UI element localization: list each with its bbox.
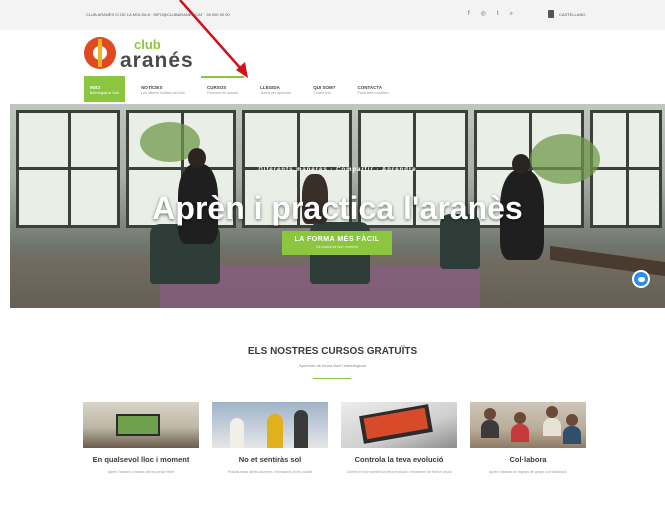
- messenger-chat-icon[interactable]: [632, 270, 650, 288]
- instagram-icon[interactable]: ◎: [481, 10, 486, 18]
- search-icon[interactable]: ⌕: [510, 10, 513, 18]
- language-switch[interactable]: CASTELLANO: [548, 10, 585, 18]
- course-title: En qualsevol lloc i moment: [92, 455, 190, 464]
- course-card[interactable]: Col·labora Aprèn l'aranès en equips de g…: [470, 402, 586, 475]
- nav-sublabel: Formació en aranès: [206, 91, 239, 95]
- section-divider: [313, 378, 351, 379]
- flag-icon: [548, 10, 554, 18]
- main-nav: INICI Benvinguts al Club NOTÍCIES Les úl…: [84, 76, 405, 102]
- course-description: Podràs estar altres alumnes i formadors …: [227, 470, 313, 474]
- nav-label: CONTACTA: [357, 85, 383, 90]
- hero-cta-button[interactable]: LA FORMA MÉS FÀCIL De qualsevol lloc i m…: [282, 231, 392, 255]
- nav-sublabel: Benvinguts al Club: [90, 91, 120, 95]
- courses-title: ELS NOSTRES CURSOS GRATUÏTS: [247, 346, 418, 357]
- logo-mark-icon: [84, 37, 116, 69]
- course-title: No et sentiràs sol: [238, 455, 302, 464]
- course-title: Controla la teva evolució: [354, 455, 444, 464]
- contact-info: CLUB ARANÈS C/ DE LA MOLSA 8 · INFO@CLUB…: [86, 12, 230, 17]
- course-card[interactable]: En qualsevol lloc i moment Aprèn l'aranè…: [83, 402, 199, 475]
- hero-subtitle: Diferents maneres · Compartir · Aprendre: [258, 167, 417, 173]
- course-image: [341, 402, 457, 448]
- course-description: Coneix en tot moment la teva evolució i …: [346, 470, 452, 474]
- course-image: [83, 402, 199, 448]
- course-image: [470, 402, 586, 448]
- nav-item-cursos[interactable]: CURSOS Formació en aranès: [200, 76, 245, 102]
- course-title: Col·labora: [509, 455, 547, 464]
- cta-sublabel: De qualsevol lloc i moment: [316, 245, 358, 249]
- plant-shape: [530, 134, 600, 184]
- nav-label: NOTÍCIES: [141, 85, 163, 90]
- site-logo[interactable]: club aranés: [84, 36, 204, 72]
- nav-label: LLEGIDA: [260, 85, 280, 90]
- nav-sublabel: Les últimes notícies del club: [141, 91, 185, 95]
- nav-item-noticies[interactable]: NOTÍCIES Les últimes notícies del club: [135, 76, 191, 102]
- nav-label: QUI SOM?: [313, 85, 336, 90]
- course-image: [212, 402, 328, 448]
- language-label: CASTELLANO: [559, 11, 586, 17]
- nav-label: CURSOS: [206, 85, 227, 90]
- nav-item-contacta[interactable]: CONTACTA Parla amb nosaltres: [352, 76, 395, 102]
- hero-title: Aprèn i practica l'aranès: [152, 190, 523, 226]
- nav-label: INICI: [90, 85, 101, 90]
- courses-subtitle: Aprenent de forma fàcil i entretinguda: [299, 363, 366, 368]
- course-card[interactable]: Controla la teva evolució Coneix en tot …: [341, 402, 457, 475]
- course-description: Aprèn l'aranès en equips de grups i col·…: [489, 470, 567, 474]
- cta-label: LA FORMA MÉS FÀCIL: [294, 236, 380, 243]
- course-card[interactable]: No et sentiràs sol Podràs estar altres a…: [212, 402, 328, 475]
- top-bar: CLUB ARANÈS C/ DE LA MOLSA 8 · INFO@CLUB…: [0, 0, 665, 30]
- nav-item-inici[interactable]: INICI Benvinguts al Club: [84, 76, 126, 102]
- logo-name-text: aranés: [120, 49, 194, 72]
- nav-sublabel: Textos per aprendre: [260, 91, 292, 95]
- social-links: f ◎ t ⌕: [468, 10, 513, 18]
- facebook-icon[interactable]: f: [468, 10, 470, 18]
- twitter-icon[interactable]: t: [497, 10, 499, 18]
- nav-sublabel: Coneix-nos: [313, 91, 331, 95]
- nav-item-llegida[interactable]: LLEGIDA Textos per aprendre: [254, 76, 297, 102]
- nav-sublabel: Parla amb nosaltres: [357, 91, 389, 95]
- nav-item-qui-som[interactable]: QUI SOM? Coneix-nos: [307, 76, 341, 102]
- hero-banner: Diferents maneres · Compartir · Aprendre…: [10, 104, 665, 308]
- hero-person-head: [188, 148, 206, 168]
- course-description: Aprèn l'aranès a través del teu propi ri…: [107, 470, 175, 474]
